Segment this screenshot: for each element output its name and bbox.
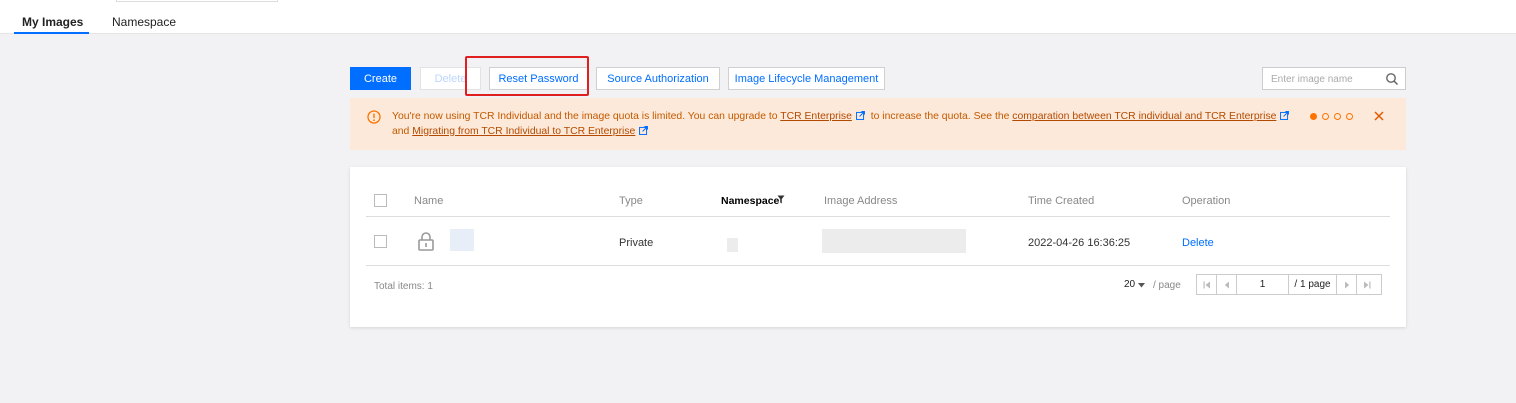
image-address-redacted bbox=[822, 229, 966, 253]
header-time-created[interactable]: Time Created bbox=[1028, 195, 1094, 207]
header-namespace[interactable]: Namespace bbox=[721, 195, 779, 207]
alert-text-part-1: You're now using TCR Individual and the … bbox=[392, 111, 778, 122]
row-time-created: 2022-04-26 16:36:25 bbox=[1028, 237, 1131, 249]
image-name-redacted[interactable] bbox=[450, 229, 474, 251]
header-type[interactable]: Type bbox=[619, 195, 643, 207]
header-name[interactable]: Name bbox=[414, 195, 443, 207]
first-page-icon bbox=[1203, 281, 1210, 288]
total-pages-label: / 1 page bbox=[1289, 275, 1337, 294]
external-link-icon bbox=[1280, 111, 1290, 120]
highlight-box bbox=[465, 56, 589, 96]
row-delete-link[interactable]: Delete bbox=[1182, 237, 1214, 249]
migrating-link[interactable]: Migrating from TCR Individual to TCR Ent… bbox=[412, 126, 635, 137]
top-input-edge[interactable] bbox=[116, 0, 278, 2]
tcr-enterprise-link[interactable]: TCR Enterprise bbox=[780, 111, 852, 122]
row-checkbox[interactable] bbox=[374, 235, 387, 248]
image-lifecycle-management-button[interactable]: Image Lifecycle Management bbox=[728, 67, 885, 90]
prev-page-button[interactable] bbox=[1217, 275, 1237, 294]
images-table-card: Name Type Namespace Image Address Time C… bbox=[350, 167, 1406, 327]
row-type: Private bbox=[619, 237, 654, 249]
alert-page-dot[interactable] bbox=[1310, 113, 1317, 120]
alert-page-dot[interactable] bbox=[1334, 113, 1341, 120]
header-image-address: Image Address bbox=[824, 195, 898, 207]
tab-my-images[interactable]: My Images bbox=[22, 15, 83, 29]
filter-icon[interactable] bbox=[777, 195, 785, 204]
alert-text-part-2: to increase the quota. See the bbox=[870, 111, 1010, 122]
tab-namespace[interactable]: Namespace bbox=[112, 15, 176, 29]
last-page-icon bbox=[1364, 281, 1371, 288]
search-input[interactable] bbox=[1271, 72, 1381, 86]
alert-page-dot[interactable] bbox=[1322, 113, 1329, 120]
search-box[interactable] bbox=[1262, 67, 1406, 90]
select-all-checkbox[interactable] bbox=[374, 194, 387, 207]
next-page-button[interactable] bbox=[1337, 275, 1357, 294]
top-tab-bar: My Images Namespace bbox=[0, 0, 1516, 34]
pagination: 1 / 1 page bbox=[1196, 274, 1382, 295]
header-divider bbox=[366, 216, 1390, 217]
alert-message: You're now using TCR Individual and the … bbox=[392, 109, 1302, 139]
alert-pagination-dots bbox=[1310, 113, 1353, 120]
row-divider bbox=[366, 265, 1390, 266]
chevron-right-icon bbox=[1344, 281, 1349, 288]
namespace-redacted bbox=[727, 238, 738, 252]
create-button[interactable]: Create bbox=[350, 67, 411, 90]
search-icon[interactable] bbox=[1385, 72, 1399, 86]
last-page-button[interactable] bbox=[1357, 275, 1377, 294]
external-link-icon bbox=[855, 111, 865, 120]
alert-page-dot[interactable] bbox=[1346, 113, 1353, 120]
page-size-select[interactable]: 20 bbox=[1124, 279, 1135, 290]
header-operation: Operation bbox=[1182, 195, 1231, 207]
comparison-link[interactable]: comparation between TCR individual and T… bbox=[1012, 111, 1276, 122]
lock-icon bbox=[418, 232, 434, 251]
source-authorization-button[interactable]: Source Authorization bbox=[596, 67, 720, 90]
first-page-button[interactable] bbox=[1197, 275, 1217, 294]
per-page-label: / page bbox=[1153, 280, 1181, 291]
quota-alert-banner: You're now using TCR Individual and the … bbox=[350, 98, 1406, 150]
chevron-down-icon[interactable] bbox=[1138, 283, 1145, 288]
chevron-left-icon bbox=[1224, 281, 1229, 288]
active-tab-indicator bbox=[14, 32, 89, 34]
external-link-icon bbox=[639, 126, 649, 135]
current-page-input[interactable]: 1 bbox=[1237, 275, 1289, 294]
alert-text-part-3: and bbox=[392, 126, 410, 137]
close-icon[interactable] bbox=[1372, 109, 1386, 123]
total-items: Total items: 1 bbox=[374, 281, 433, 292]
warning-icon bbox=[367, 110, 381, 124]
